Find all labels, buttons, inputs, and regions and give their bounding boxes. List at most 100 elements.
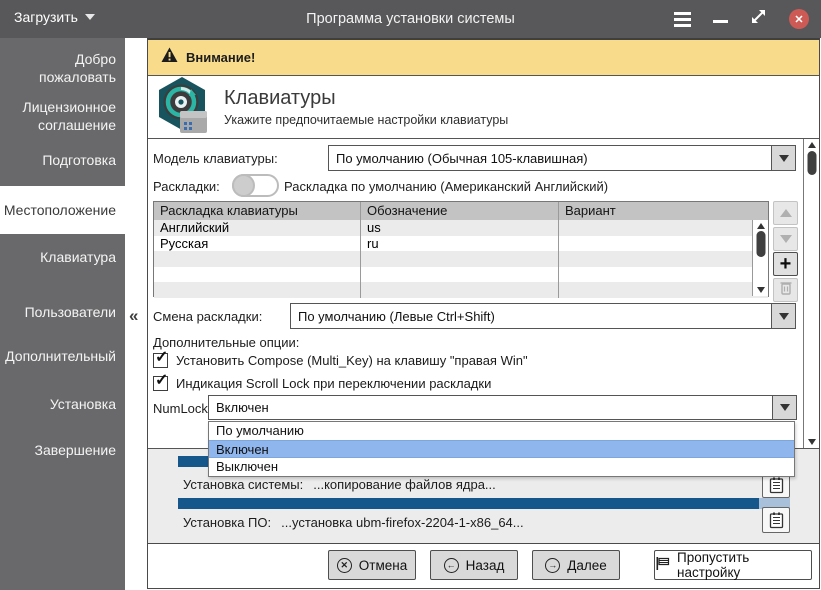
skip-setup-label: Пропустить настройку — [677, 550, 811, 580]
software-progressbar — [178, 498, 790, 509]
scroll-down-icon[interactable] — [757, 287, 765, 293]
layout-switch-value: По умолчанию (Левые Ctrl+Shift) — [291, 304, 771, 328]
keyboard-model-label: Модель клавиатуры: — [153, 151, 278, 166]
next-button[interactable]: → Далее — [532, 550, 620, 580]
compose-checkbox-row[interactable]: ✓ Установить Compose (Multi_Key) на клав… — [153, 353, 528, 368]
scrolllock-checkbox-label: Индикация Scroll Lock при переключении р… — [176, 376, 491, 391]
sidebar: Добро пожаловать Лицензионное соглашение… — [0, 38, 125, 590]
cell-variant[interactable] — [559, 220, 768, 236]
cell-code[interactable]: ru — [361, 236, 559, 252]
numlock-arrow-button[interactable] — [772, 396, 796, 419]
cancel-button[interactable]: ✕ Отмена — [328, 550, 416, 580]
keyboard-settings-form: Модель клавиатуры: По умолчанию (Обычная… — [148, 139, 819, 448]
system-progress-row: Установка системы: ...копирование файлов… — [183, 477, 496, 492]
scroll-up-icon[interactable] — [757, 223, 765, 229]
extra-options-label: Дополнительные опции: — [153, 335, 299, 350]
sidebar-item-location[interactable]: Местоположение — [0, 186, 125, 234]
compose-checkbox-label: Установить Compose (Multi_Key) на клавиш… — [176, 353, 528, 368]
table-row-empty — [154, 282, 768, 298]
main-panel: Внимание! — [147, 38, 820, 589]
keyboard-model-combo[interactable]: По умолчанию (Обычная 105-клавишная) — [328, 145, 796, 171]
chevron-down-icon — [780, 404, 790, 411]
scroll-up-icon[interactable] — [808, 142, 816, 148]
software-progress-row: Установка ПО: ...установка ubm-firefox-2… — [183, 515, 524, 530]
cell-layout[interactable]: Русская — [154, 236, 361, 252]
numlock-value: Включен — [209, 396, 772, 419]
footer-bar: ✕ Отмена ← Назад → Далее — [148, 543, 819, 588]
numlock-dropdown-list: По умолчанию Включен Выключен — [208, 421, 795, 477]
maximize-icon[interactable] — [750, 8, 767, 30]
page-title: Клавиатуры — [224, 87, 508, 110]
warning-banner: Внимание! — [148, 40, 819, 76]
installer-window: Загрузить Программа установки системы ✕ … — [0, 0, 821, 590]
sidebar-item-welcome[interactable]: Добро пожаловать — [0, 50, 125, 86]
numlock-option-on[interactable]: Включен — [209, 440, 794, 458]
layouts-label: Раскладки: — [153, 179, 220, 194]
titlebar: Загрузить Программа установки системы ✕ — [0, 0, 821, 38]
system-progress-status: ...копирование файлов ядра... — [313, 477, 496, 492]
move-layout-up-button[interactable] — [773, 201, 798, 225]
skip-setup-button[interactable]: Пропустить настройку — [654, 550, 812, 580]
cell-layout[interactable]: Английский — [154, 220, 361, 236]
flag-icon — [655, 556, 670, 574]
cell-variant[interactable] — [559, 236, 768, 252]
back-button[interactable]: ← Назад — [430, 550, 518, 580]
sidebar-item-finish[interactable]: Завершение — [0, 441, 125, 459]
sidebar-item-installation[interactable]: Установка — [0, 395, 125, 413]
window-controls: ✕ — [674, 0, 809, 38]
minimize-icon[interactable] — [713, 20, 728, 23]
numlock-label: NumLock: — [153, 401, 212, 416]
cancel-button-label: Отмена — [359, 558, 407, 573]
content-scrollbar[interactable] — [803, 139, 819, 448]
log-icon — [769, 512, 784, 529]
keyboard-model-arrow-button[interactable] — [771, 146, 795, 170]
arrow-up-icon — [780, 209, 792, 217]
table-row[interactable]: Русская ru — [154, 236, 768, 252]
layout-switch-arrow-button[interactable] — [771, 304, 795, 328]
move-layout-down-button[interactable] — [773, 227, 798, 251]
next-button-label: Далее — [567, 558, 607, 573]
delete-layout-button[interactable] — [773, 278, 798, 302]
scroll-down-icon[interactable] — [808, 439, 816, 445]
system-progress-label: Установка системы: — [183, 477, 303, 492]
scrolllock-checkbox-row[interactable]: ✓ Индикация Scroll Lock при переключении… — [153, 376, 491, 391]
table-scrollbar-thumb[interactable] — [756, 231, 765, 257]
cancel-icon: ✕ — [337, 558, 352, 573]
layouts-table-header: Раскладка клавиатуры Обозначение Вариант — [154, 202, 768, 220]
close-icon[interactable]: ✕ — [789, 9, 809, 29]
table-scrollbar[interactable] — [752, 220, 768, 296]
table-row-empty — [154, 251, 768, 267]
numlock-option-off[interactable]: Выключен — [209, 458, 794, 476]
table-row-empty — [154, 267, 768, 283]
column-header-layout[interactable]: Раскладка клавиатуры — [154, 202, 361, 220]
hamburger-menu-icon[interactable] — [674, 12, 691, 27]
content-scrollbar-thumb[interactable] — [807, 151, 816, 175]
sidebar-collapse-button[interactable]: « — [129, 306, 138, 326]
checkbox-checked-icon[interactable]: ✓ — [153, 376, 168, 391]
column-header-variant[interactable]: Вариант — [559, 202, 768, 220]
cell-code[interactable]: us — [361, 220, 559, 236]
add-layout-button[interactable]: + — [773, 252, 798, 276]
software-progress-label: Установка ПО: — [183, 515, 271, 530]
column-header-code[interactable]: Обозначение — [361, 202, 559, 220]
page-subtitle: Укажите предпочитаемые настройки клавиат… — [224, 113, 508, 127]
trash-icon — [779, 280, 793, 300]
numlock-option-default[interactable]: По умолчанию — [209, 422, 794, 440]
toggle-knob[interactable] — [232, 174, 255, 197]
checkbox-checked-icon[interactable]: ✓ — [153, 353, 168, 368]
numlock-combo[interactable]: Включен — [208, 395, 797, 420]
layouts-default-toggle[interactable] — [232, 174, 279, 197]
sidebar-item-keyboard[interactable]: Клавиатура — [0, 248, 125, 266]
software-progress-fill — [178, 498, 759, 509]
sidebar-item-preparation[interactable]: Подготовка — [0, 151, 125, 169]
sidebar-item-users[interactable]: Пользователи — [0, 303, 125, 321]
layout-switch-combo[interactable]: По умолчанию (Левые Ctrl+Shift) — [290, 303, 796, 329]
chevron-down-icon — [779, 155, 789, 162]
sidebar-item-license[interactable]: Лицензионное соглашение — [0, 98, 125, 134]
sidebar-item-additional[interactable]: Дополнительный — [0, 347, 125, 365]
software-log-button[interactable] — [762, 507, 790, 533]
back-icon: ← — [444, 558, 459, 573]
layouts-table: Раскладка клавиатуры Обозначение Вариант… — [153, 201, 769, 297]
switch-combo-label: Смена раскладки: — [153, 309, 262, 324]
table-row[interactable]: Английский us — [154, 220, 768, 236]
